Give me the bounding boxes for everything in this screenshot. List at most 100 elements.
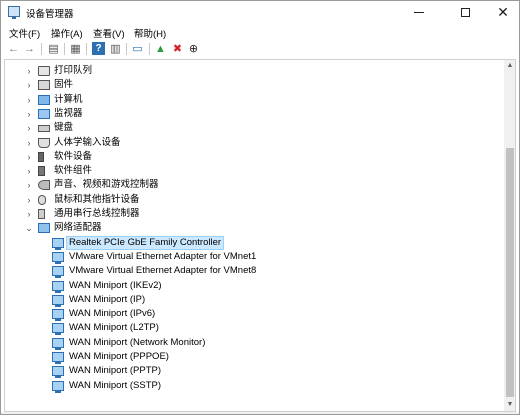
- vertical-scrollbar[interactable]: ▲ ▼: [504, 60, 515, 411]
- view-icon[interactable]: ▥: [109, 42, 122, 55]
- tree-category-label: 计算机: [54, 93, 83, 105]
- tree-device-label: WAN Miniport (IP): [69, 293, 146, 305]
- menu-help[interactable]: 帮助(H): [134, 26, 166, 40]
- tree-category-label: 打印队列: [54, 65, 93, 76]
- tree-device-item[interactable]: VMware Virtual Ethernet Adapter for VMne…: [5, 250, 501, 264]
- network-card-icon: [52, 266, 64, 279]
- expand-chevron-icon[interactable]: ›: [25, 152, 33, 162]
- firmware-icon: [38, 80, 50, 91]
- device-manager-window: 设备管理器 ✕ 文件(F) 操作(A) 查看(V) 帮助(H) ← → ▤ ▦ …: [0, 0, 520, 415]
- monitor-icon: [38, 108, 50, 119]
- expand-chevron-icon[interactable]: ›: [25, 180, 33, 190]
- network-card-icon: [52, 323, 64, 336]
- forward-icon[interactable]: →: [23, 42, 36, 55]
- software-device-icon: [38, 151, 44, 162]
- tree-device-item[interactable]: WAN Miniport (PPTP): [5, 364, 501, 379]
- tree-category[interactable]: › 通用串行总线控制器: [5, 207, 501, 221]
- scrollbar-thumb[interactable]: [506, 148, 514, 397]
- scroll-down-icon[interactable]: ▼: [504, 399, 515, 411]
- toolbar-separator: [41, 43, 42, 55]
- tree-device-item[interactable]: VMware Virtual Ethernet Adapter for VMne…: [5, 264, 501, 279]
- network-card-icon: [52, 337, 64, 350]
- expand-chevron-icon[interactable]: ›: [25, 123, 33, 133]
- hid-icon: [38, 137, 50, 148]
- menu-bar: 文件(F) 操作(A) 查看(V) 帮助(H): [1, 23, 519, 41]
- tree-category-label: 固件: [54, 79, 74, 91]
- tree-device-label: WAN Miniport (PPPOE): [69, 351, 169, 362]
- tree-device-label: WAN Miniport (SSTP): [69, 379, 162, 391]
- tree-device-item[interactable]: WAN Miniport (IKEv2): [5, 279, 501, 293]
- expand-chevron-icon[interactable]: ›: [25, 66, 33, 76]
- toolbar: ← → ▤ ▦ ? ▥ ▭ ▲ ✖ ⊕: [1, 41, 519, 57]
- toolbar-separator: [64, 43, 65, 55]
- expand-chevron-icon[interactable]: ›: [25, 80, 33, 90]
- tree-category[interactable]: › 软件设备: [5, 150, 501, 164]
- show-hide-console-tree-icon[interactable]: ▤: [47, 42, 60, 55]
- expand-chevron-icon[interactable]: ›: [25, 195, 33, 205]
- expand-chevron-icon[interactable]: ›: [25, 138, 33, 148]
- menu-view[interactable]: 查看(V): [93, 26, 125, 40]
- tree-device-item[interactable]: WAN Miniport (PPPOE): [5, 350, 501, 364]
- tree-category[interactable]: › 键盘: [5, 121, 501, 135]
- expand-chevron-icon[interactable]: ›: [25, 166, 33, 176]
- tree-device-label: VMware Virtual Ethernet Adapter for VMne…: [69, 250, 257, 262]
- close-icon: ✕: [497, 3, 509, 20]
- tree-category-label: 监视器: [54, 107, 83, 119]
- toolbar-separator: [126, 43, 127, 55]
- tree-device-label: WAN Miniport (IPv6): [69, 308, 156, 320]
- tree-device-item[interactable]: WAN Miniport (SSTP): [5, 379, 501, 393]
- tree-device-item[interactable]: WAN Miniport (L2TP): [5, 321, 501, 336]
- tree-device-item[interactable]: WAN Miniport (IP): [5, 293, 501, 307]
- tree-category[interactable]: ⌄ 网络适配器: [5, 221, 501, 235]
- disable-icon[interactable]: ⊕: [187, 42, 200, 55]
- title-bar: 设备管理器 ✕: [1, 1, 519, 23]
- menu-file[interactable]: 文件(F): [9, 26, 40, 40]
- tree-category[interactable]: › 软件组件: [5, 164, 501, 178]
- tree-device-label: Realtek PCIe GbE Family Controller: [65, 235, 225, 250]
- scan-hardware-icon[interactable]: ▭: [131, 42, 144, 55]
- expand-chevron-icon[interactable]: ›: [25, 109, 33, 119]
- expand-chevron-icon[interactable]: ›: [25, 209, 33, 219]
- status-bar: [1, 412, 519, 414]
- tree-category-label: 网络适配器: [54, 222, 102, 234]
- expand-chevron-icon[interactable]: ›: [25, 95, 33, 105]
- tree-category[interactable]: › 打印队列: [5, 64, 501, 78]
- help-icon[interactable]: ?: [92, 42, 105, 55]
- collapse-chevron-icon[interactable]: ⌄: [25, 223, 33, 233]
- tree-category[interactable]: › 固件: [5, 78, 501, 92]
- uninstall-icon[interactable]: ✖: [171, 42, 184, 55]
- sound-icon: [38, 180, 50, 191]
- update-driver-icon[interactable]: ▲: [154, 42, 167, 55]
- network-card-icon: [52, 294, 64, 307]
- minimize-button[interactable]: [401, 1, 437, 23]
- tree-device-item[interactable]: WAN Miniport (IPv6): [5, 307, 501, 322]
- tree-category-label: 通用串行总线控制器: [54, 208, 140, 219]
- tree-device-label: WAN Miniport (IKEv2): [69, 279, 162, 291]
- tree-device-label: VMware Virtual Ethernet Adapter for VMne…: [69, 265, 257, 277]
- tree-category[interactable]: › 计算机: [5, 93, 501, 107]
- window-title: 设备管理器: [26, 9, 74, 20]
- network-adapter-icon: [38, 223, 50, 234]
- scroll-up-icon[interactable]: ▲: [504, 60, 515, 72]
- network-card-icon: [52, 237, 64, 250]
- close-button[interactable]: ✕: [485, 1, 520, 23]
- tree-category-label: 键盘: [54, 122, 74, 134]
- menu-action[interactable]: 操作(A): [51, 26, 83, 40]
- tree-category[interactable]: › 鼠标和其他指针设备: [5, 193, 501, 207]
- tree-device-item[interactable]: WAN Miniport (Network Monitor): [5, 336, 501, 350]
- toolbar-separator: [149, 43, 150, 55]
- toolbar-separator: [86, 43, 87, 55]
- usb-icon: [38, 209, 45, 219]
- network-card-icon: [52, 366, 64, 379]
- tree-category[interactable]: › 监视器: [5, 107, 501, 121]
- properties-icon[interactable]: ▦: [69, 42, 82, 55]
- tree-category-label: 人体学输入设备: [54, 136, 121, 148]
- back-icon[interactable]: ←: [7, 42, 20, 55]
- tree-category-label: 软件设备: [54, 150, 93, 162]
- tree-category[interactable]: › 人体学输入设备: [5, 136, 501, 150]
- tree-category[interactable]: › 声音、视频和游戏控制器: [5, 178, 501, 192]
- tree-category-label: 鼠标和其他指针设备: [54, 193, 140, 205]
- maximize-button[interactable]: [447, 1, 483, 23]
- tree-device-item[interactable]: Realtek PCIe GbE Family Controller: [5, 235, 501, 250]
- software-component-icon: [38, 166, 45, 177]
